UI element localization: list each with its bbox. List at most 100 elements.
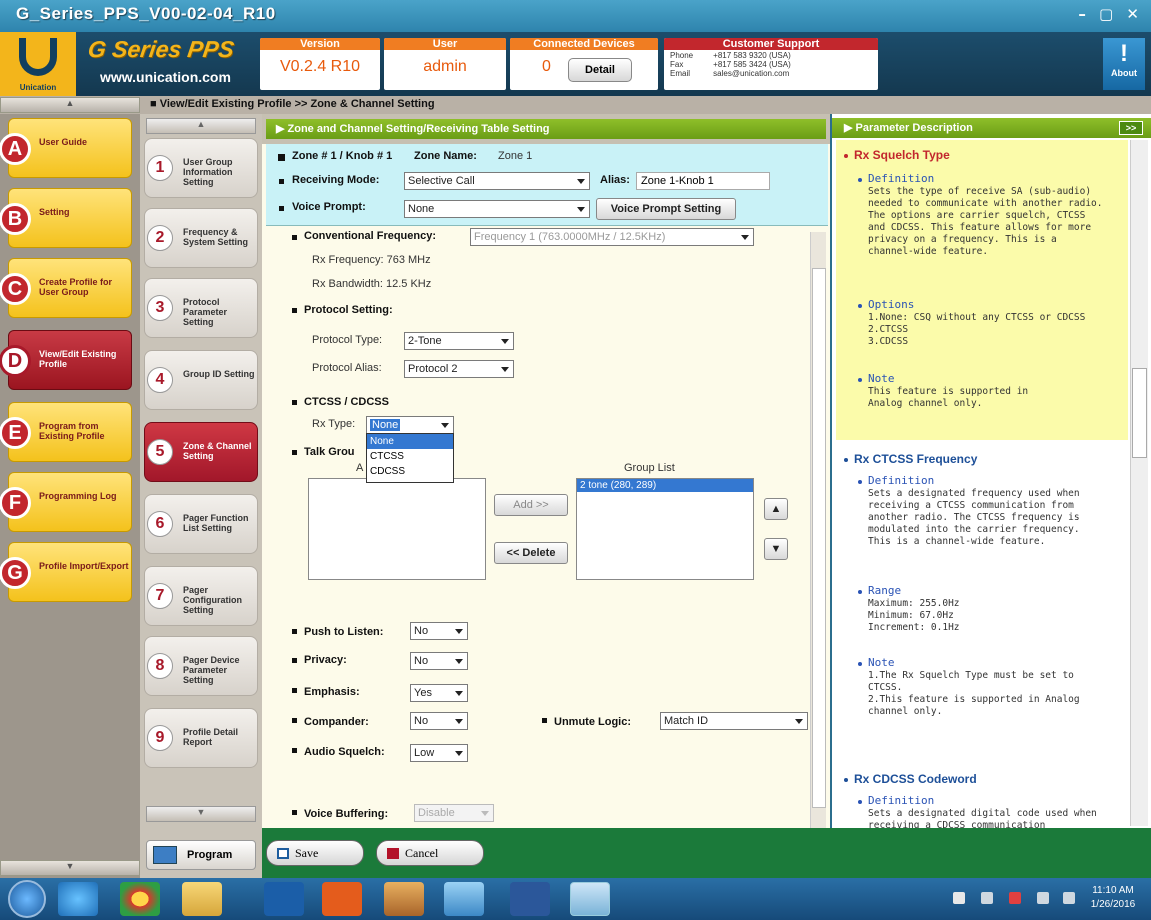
start-button[interactable] <box>8 880 46 918</box>
rx-type-option-ctcss[interactable]: CTCSS <box>367 449 453 464</box>
nav-item-profile-import-export[interactable]: G Profile Import/Export <box>0 542 132 602</box>
expand-panel-button[interactable]: >> <box>1119 121 1143 135</box>
bullet <box>844 778 848 782</box>
breadcrumb-bar: ■ View/Edit Existing Profile >> Zone & C… <box>0 96 1151 114</box>
description-scrollbar-thumb[interactable] <box>1132 368 1147 458</box>
nav-item-view-edit-profile[interactable]: D View/Edit Existing Profile <box>0 330 132 390</box>
step-protocol-parameter[interactable]: 3 Protocol Parameter Setting <box>144 278 258 338</box>
voice-buffering-select[interactable]: Disable <box>414 804 494 822</box>
zone-info-box: Zone # 1 / Knob # 1 Zone Name: Zone 1 Re… <box>266 144 828 226</box>
virtualbox-icon[interactable] <box>444 882 484 916</box>
step-scroll-up-button[interactable]: ▲ <box>146 118 256 134</box>
rx-type-option-cdcss[interactable]: CDCSS <box>367 464 453 479</box>
description-scrollbar[interactable] <box>1130 140 1148 826</box>
cancel-button[interactable]: Cancel <box>376 840 484 866</box>
support-email[interactable]: sales@unication.com <box>713 69 791 78</box>
group-list-item[interactable]: 2 tone (280, 289) <box>577 479 753 492</box>
step-pager-configuration[interactable]: 7 Pager Configuration Setting <box>144 566 258 626</box>
volume-icon[interactable] <box>1063 892 1075 904</box>
conventional-frequency-select[interactable]: Frequency 1 (763.0000MHz / 12.5KHz) <box>470 228 754 246</box>
rx-type-select[interactable]: None <box>366 416 454 434</box>
option-item: 3.CDCSS <box>868 336 909 347</box>
detail-button[interactable]: Detail <box>568 58 632 82</box>
push-to-listen-select[interactable]: No <box>410 622 468 640</box>
action-center-icon[interactable] <box>953 892 965 904</box>
voice-prompt-select[interactable]: None <box>404 200 590 218</box>
zone-name-label: Zone Name: <box>414 150 477 162</box>
clock[interactable]: 11:10 AM 1/26/2016 <box>1083 884 1143 912</box>
protocol-type-select[interactable]: 2-Tone <box>404 332 514 350</box>
program-button[interactable]: Program <box>146 840 256 870</box>
window-controls[interactable]: – ▢ ✕ <box>1078 5 1143 23</box>
main-nav: A User Guide B Setting C Create Profile … <box>0 114 140 878</box>
note-label: Note <box>868 656 895 669</box>
audio-squelch-select[interactable]: Low <box>410 744 468 762</box>
group-list-label: Group List <box>624 462 675 474</box>
rx-type-option-none[interactable]: None <box>367 434 453 449</box>
nav-item-program-from-profile[interactable]: E Program from Existing Profile <box>0 402 132 462</box>
about-button[interactable]: ! About <box>1103 38 1145 90</box>
step-zone-channel[interactable]: 5 Zone & Channel Setting <box>144 422 258 482</box>
group-list[interactable]: 2 tone (280, 289) <box>576 478 754 580</box>
step-scroll-down-button[interactable]: ▼ <box>146 806 256 822</box>
step-number: 3 <box>147 295 173 321</box>
range-item: Increment: 0.1Hz <box>868 622 960 633</box>
battery-icon[interactable] <box>1037 892 1049 904</box>
nav-label: Program from Existing Profile <box>39 421 105 441</box>
available-group-list[interactable] <box>308 478 486 580</box>
privacy-select[interactable]: No <box>410 652 468 670</box>
customer-support-label: Customer Support <box>664 38 878 50</box>
chevron-down-icon <box>455 719 463 724</box>
emphasis-select[interactable]: Yes <box>410 684 468 702</box>
step-label: Pager Device Parameter Setting <box>183 655 240 685</box>
alias-input[interactable]: Zone 1-Knob 1 <box>636 172 770 190</box>
step-pager-device-parameter[interactable]: 8 Pager Device Parameter Setting <box>144 636 258 696</box>
nav-item-user-guide[interactable]: A User Guide <box>0 118 132 178</box>
outlook-icon[interactable] <box>264 882 304 916</box>
bullet <box>292 748 297 753</box>
settings-scrollbar[interactable] <box>810 232 826 828</box>
add-button[interactable]: Add >> <box>494 494 568 516</box>
step-frequency-system[interactable]: 2 Frequency & System Setting <box>144 208 258 268</box>
move-up-button[interactable]: ▲ <box>764 498 788 520</box>
move-down-button[interactable]: ▼ <box>764 538 788 560</box>
audio-squelch-value: Low <box>414 747 435 759</box>
website-link[interactable]: www.unication.com <box>100 69 231 85</box>
nav-label: User Guide <box>39 137 88 147</box>
support-labels: Phone Fax Email <box>670 51 703 78</box>
version-label: Version <box>260 38 380 50</box>
step-user-group-info[interactable]: 1 User Group Information Setting <box>144 138 258 198</box>
pps-app-icon[interactable] <box>570 882 610 916</box>
step-number: 2 <box>147 225 173 251</box>
internet-explorer-icon[interactable] <box>58 882 98 916</box>
support-fax: +817 585 3424 (USA) <box>713 60 791 69</box>
compander-select[interactable]: No <box>410 712 468 730</box>
word-icon[interactable] <box>510 882 550 916</box>
file-explorer-icon[interactable] <box>182 882 222 916</box>
receiving-mode-select[interactable]: Selective Call <box>404 172 590 190</box>
zone-bullet <box>278 154 285 161</box>
definition-label: Definition <box>868 794 935 807</box>
system-tray: 11:10 AM 1/26/2016 <box>913 882 1143 916</box>
chrome-icon[interactable] <box>120 882 160 916</box>
network-icon[interactable] <box>981 892 993 904</box>
nav-scroll-up-button[interactable]: ▲ <box>0 97 140 113</box>
step-pager-function-list[interactable]: 6 Pager Function List Setting <box>144 494 258 554</box>
nav-item-create-profile[interactable]: C Create Profile for User Group <box>0 258 132 318</box>
voice-prompt-setting-button[interactable]: Voice Prompt Setting <box>596 198 736 220</box>
delete-button[interactable]: << Delete <box>494 542 568 564</box>
settings-scrollbar-thumb[interactable] <box>812 268 826 808</box>
save-button[interactable]: Save <box>266 840 364 866</box>
unmute-logic-select[interactable]: Match ID <box>660 712 808 730</box>
bullet <box>292 450 297 455</box>
protocol-alias-select[interactable]: Protocol 2 <box>404 360 514 378</box>
user-app-icon[interactable] <box>384 882 424 916</box>
conventional-frequency-label: Conventional Frequency: <box>304 230 437 242</box>
step-profile-detail-report[interactable]: 9 Profile Detail Report <box>144 708 258 768</box>
nav-item-programming-log[interactable]: F Programming Log <box>0 472 132 532</box>
step-group-id[interactable]: 4 Group ID Setting <box>144 350 258 410</box>
media-player-icon[interactable] <box>322 882 362 916</box>
security-icon[interactable] <box>1009 892 1021 904</box>
nav-item-setting[interactable]: B Setting <box>0 188 132 248</box>
nav-scroll-down-button[interactable]: ▼ <box>0 860 140 876</box>
